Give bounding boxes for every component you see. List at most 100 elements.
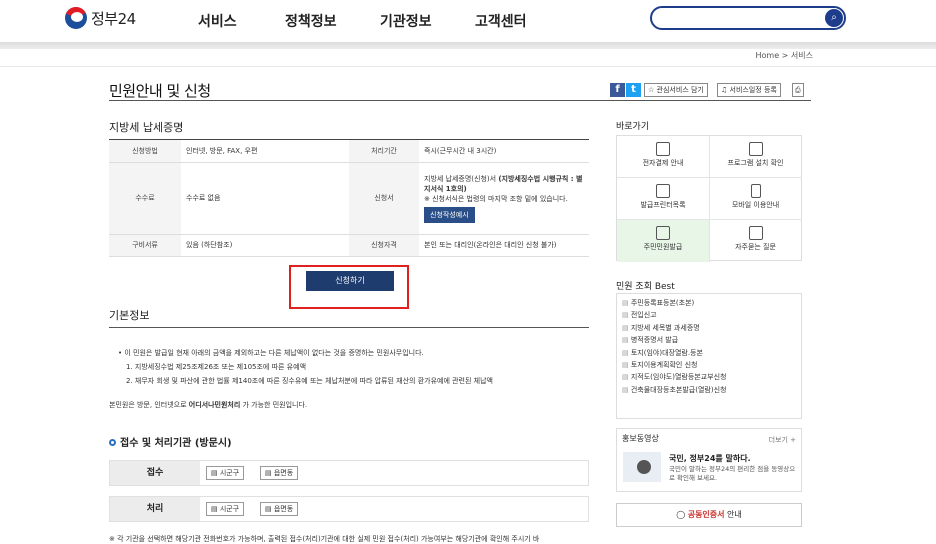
form-example-button[interactable]: 신청작성예시 [424,206,475,223]
best-item[interactable]: 지적도(임야도)열람등본교부신청 [622,371,801,383]
recv-row: 접수 ▤ 시군구 ▤ 읍면동 [109,460,589,486]
chip-label: 읍면동 [273,469,294,477]
best-list: 주민등록표등본(초본) 전입신고 지방세 세목별 과세증명 병적증명서 발급 토… [616,293,802,419]
schedule-button[interactable]: ♫ 서비스일정 등록 [717,83,781,97]
chat-icon [748,226,763,240]
table-header: 구비서류 [109,234,181,257]
quick-label: 주민민원발급 [643,243,683,251]
table-row: 신청방법 인터넷, 방문, FAX, 우편 처리기간 즉시(근무시간 내 3시간… [109,140,589,163]
quick-title: 바로가기 [616,122,650,132]
monitor-icon [748,142,763,156]
video-thumbnail[interactable] [623,452,661,482]
best-item[interactable]: 토지이용계획확인 신청 [622,359,801,371]
schedule-label: 서비스일정 등록 [729,86,777,94]
breadcrumb[interactable]: Home > 서비스 [756,50,814,61]
best-item[interactable]: 전입신고 [622,309,801,321]
print-icon: ⎙ [795,86,801,94]
nav-org[interactable]: 기관정보 [380,11,432,31]
quick-label: 전자결제 안내 [642,159,684,167]
header-shadow-bar [0,42,936,49]
search-icon[interactable]: ⌕ [825,9,843,27]
payment-icon [656,142,670,156]
proc-sigungu-button[interactable]: ▤ 시군구 [206,502,245,516]
table-cell: 지방세 납세증명(신청)서 (지방세징수법 시행규칙 : 별지서식 1호의) ※… [419,162,589,235]
printer-icon [656,184,670,198]
basic-desc: • 이 민원은 발급일 현재 아래의 금액을 제외하고는 다른 체납액이 없다는… [118,349,424,357]
table-row: 구비서류 있음 (하단참조) 신청자격 본인 또는 대리인(온라인은 대리인 신… [109,234,589,257]
quick-mobile[interactable]: 모바일 이용안내 [709,178,802,220]
circle-icon [109,439,116,446]
basic-note-c: 가 가능한 민원입니다. [240,401,308,409]
cert-label-b: 안내 [724,510,742,519]
chip-label: 읍면동 [273,505,294,513]
quick-resident[interactable]: 주민민원발급 [617,220,710,262]
divider [0,66,936,67]
logo-text: 정부24 [91,9,136,28]
table-cell: 본인 또는 대리인(온라인은 대리인 신청 불가) [419,234,589,257]
quick-faq[interactable]: 자주묻는 질문 [709,220,802,262]
facebook-icon[interactable]: f [610,83,625,97]
quick-printer[interactable]: 발급프린터목록 [617,178,710,220]
twitter-icon[interactable]: t [626,83,641,97]
title-divider [109,100,811,101]
quick-epay[interactable]: 전자결제 안내 [617,136,710,178]
promo-desc: 국민이 말하는 정부24의 편리한 점을 동영상으로 확인해 보세요. [669,465,796,482]
basic-item-1: 1. 지방세징수법 제25조제26조 또는 제105조에 따른 유예액 [126,363,307,371]
table-header: 신청방법 [109,140,181,163]
cert-label-a: 공동인증서 [687,510,725,519]
quick-label: 자주묻는 질문 [735,243,776,251]
form-name[interactable]: 지방세 납세증명(신청)서 [424,175,498,183]
table-cell: 있음 (하단참조) [181,234,349,257]
recv-title-text: 접수 및 처리기관 (방문시) [120,438,232,449]
header: 정부24 서비스 정책정보 기관정보 고객센터 ⌕ [0,0,936,42]
recv-label: 접수 [110,461,200,485]
info-table: 신청방법 인터넷, 방문, FAX, 우편 처리기간 즉시(근무시간 내 3시간… [109,139,589,257]
proc-row: 처리 ▤ 시군구 ▤ 읍면동 [109,496,589,522]
print-button[interactable]: ⎙ [792,83,804,97]
proc-label: 처리 [110,497,200,521]
best-item[interactable]: 주민등록표등본(초본) [622,297,801,309]
fav-button[interactable]: ☆ 관심서비스 담기 [644,83,708,97]
play-icon[interactable] [637,460,651,474]
best-item[interactable]: 병적증명서 발급 [622,334,801,346]
nav-policy[interactable]: 정책정보 [285,11,337,31]
quick-label: 발급프린터목록 [640,201,686,209]
best-item[interactable]: 지방세 세목별 과세증명 [622,322,801,334]
nav-service[interactable]: 서비스 [198,11,237,31]
recv-sigungu-button[interactable]: ▤ 시군구 [206,466,245,480]
basic-item-2: 2. 채무자 회생 및 파산에 관한 법률 제140조에 따른 징수유예 또는 … [126,377,493,385]
table-cell: 수수료 없음 [181,162,349,235]
apply-button[interactable]: 신청하기 [306,271,394,291]
chip-label: 시군구 [219,469,240,477]
section-title: 지방세 납세증명 [109,121,184,134]
basic-note: 본민원은 방문, 인터넷으로 어디서나민원처리 가 가능한 민원입니다. [109,400,307,410]
promo-more-link[interactable]: 더보기 + [769,435,796,445]
best-title: 민원 조회 Best [616,282,675,292]
table-header: 처리기간 [349,140,419,163]
promo-box: 홍보동영상 더보기 + 국민, 정부24를 말하다. 국민이 말하는 정부24의… [616,428,802,492]
search-input[interactable]: ⌕ [650,6,846,30]
shield-icon: ◯ [676,510,686,519]
nav-customer[interactable]: 고객센터 [475,11,527,31]
table-cell: 즉시(근무시간 내 3시간) [419,140,589,163]
quick-links: 전자결제 안내 프로그램 설치 확인 발급프린터목록 모바일 이용안내 주민민원… [616,135,802,262]
table-header: 신청서 [349,162,419,235]
proc-eupmyeon-button[interactable]: ▤ 읍면동 [260,502,299,516]
logo-icon [65,7,87,29]
promo-title: 홍보동영상 [622,434,659,443]
table-header: 신청자격 [349,234,419,257]
quick-label: 프로그램 설치 확인 [727,159,784,167]
document-icon [656,226,670,240]
cert-guide-button[interactable]: ◯ 공동인증서 안내 [616,503,802,527]
best-item[interactable]: 건축물대장등초본발급(열람)신청 [622,384,801,396]
form-note: ※ 신청서식은 법령의 마지막 조항 밑에 있습니다. [424,194,568,203]
bottom-note: ※ 각 기관을 선택하면 해당기관 전화번호가 가능하며, 출력된 접수(처리)… [109,535,540,543]
best-item[interactable]: 토지(임야)대장열람.등본 [622,347,801,359]
basic-info-title: 기본정보 [109,309,150,322]
recv-title: 접수 및 처리기관 (방문시) [109,434,232,449]
quick-program[interactable]: 프로그램 설치 확인 [709,136,802,178]
recv-eupmyeon-button[interactable]: ▤ 읍면동 [260,466,299,480]
logo[interactable]: 정부24 [65,7,136,29]
basic-note-b: 어디서나민원처리 [188,401,241,409]
table-row: 수수료 수수료 없음 신청서 지방세 납세증명(신청)서 (지방세징수법 시행규… [109,162,589,235]
